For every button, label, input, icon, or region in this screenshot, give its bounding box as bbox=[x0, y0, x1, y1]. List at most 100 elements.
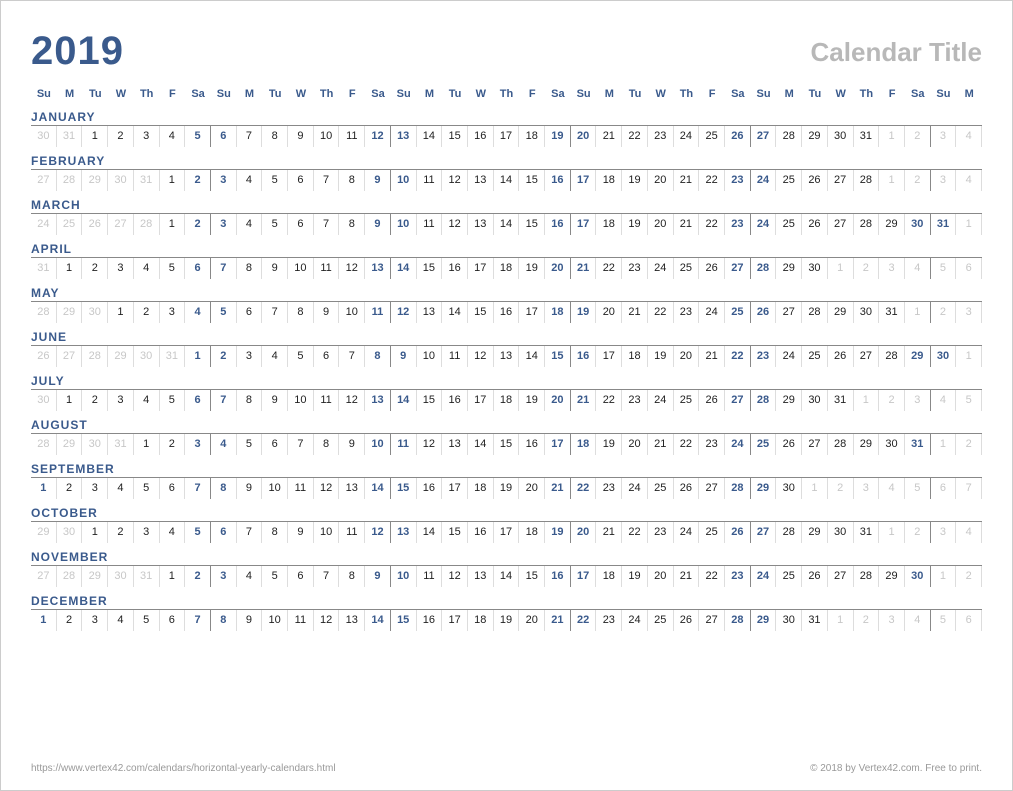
day-cell: 26 bbox=[751, 302, 777, 323]
month-name-label: FEBRUARY bbox=[31, 154, 982, 170]
day-cell: 6 bbox=[931, 478, 957, 499]
day-cell: 14 bbox=[391, 258, 417, 279]
day-cell: 10 bbox=[262, 610, 288, 631]
day-cell: 5 bbox=[288, 346, 314, 367]
day-cell: 16 bbox=[417, 478, 443, 499]
day-cell: 5 bbox=[134, 610, 160, 631]
day-cell: 17 bbox=[545, 434, 571, 455]
day-header-cell: M bbox=[776, 88, 802, 100]
day-cell: 1 bbox=[185, 346, 211, 367]
day-cell: 17 bbox=[571, 170, 597, 191]
day-cell: 11 bbox=[339, 126, 365, 147]
day-cell: 27 bbox=[31, 170, 57, 191]
day-cell: 14 bbox=[417, 126, 443, 147]
day-cell: 7 bbox=[288, 434, 314, 455]
day-cell: 1 bbox=[854, 390, 880, 411]
day-cell: 5 bbox=[956, 390, 982, 411]
day-cell: 29 bbox=[57, 434, 83, 455]
day-cell: 7 bbox=[211, 390, 237, 411]
day-cell: 11 bbox=[442, 346, 468, 367]
day-cell: 19 bbox=[519, 390, 545, 411]
day-cell: 15 bbox=[545, 346, 571, 367]
day-row: 2627282930311234567891011121314151617181… bbox=[31, 346, 982, 367]
day-cell: 8 bbox=[339, 566, 365, 587]
day-cell: 26 bbox=[699, 258, 725, 279]
day-cell: 26 bbox=[725, 126, 751, 147]
day-cell: 1 bbox=[108, 302, 134, 323]
day-cell: 27 bbox=[828, 566, 854, 587]
day-header-cell: W bbox=[468, 88, 494, 100]
day-header-cell: M bbox=[956, 88, 982, 100]
day-cell: 17 bbox=[571, 214, 597, 235]
day-cell: 7 bbox=[314, 566, 340, 587]
day-cell: 17 bbox=[494, 126, 520, 147]
day-cell: 2 bbox=[160, 434, 186, 455]
day-cell: 12 bbox=[442, 170, 468, 191]
day-cell: 23 bbox=[725, 214, 751, 235]
day-cell: 8 bbox=[211, 610, 237, 631]
day-cell: 18 bbox=[468, 610, 494, 631]
day-row: 2425262728123456789101112131415161718192… bbox=[31, 214, 982, 235]
day-cell: 26 bbox=[802, 214, 828, 235]
day-cell: 23 bbox=[622, 258, 648, 279]
day-cell: 18 bbox=[545, 302, 571, 323]
day-cell: 25 bbox=[699, 126, 725, 147]
day-row: 1234567891011121314151617181920212223242… bbox=[31, 610, 982, 631]
day-cell: 13 bbox=[391, 522, 417, 543]
day-cell: 22 bbox=[648, 302, 674, 323]
day-cell: 1 bbox=[879, 522, 905, 543]
day-cell: 19 bbox=[571, 302, 597, 323]
day-cell: 1 bbox=[82, 522, 108, 543]
day-cell: 18 bbox=[494, 390, 520, 411]
day-cell: 15 bbox=[391, 610, 417, 631]
day-cell: 16 bbox=[442, 258, 468, 279]
day-cell: 3 bbox=[905, 390, 931, 411]
day-cell: 2 bbox=[211, 346, 237, 367]
day-cell: 3 bbox=[211, 566, 237, 587]
day-cell: 4 bbox=[905, 610, 931, 631]
day-cell: 2 bbox=[879, 390, 905, 411]
day-cell: 24 bbox=[648, 390, 674, 411]
day-cell: 15 bbox=[494, 434, 520, 455]
day-cell: 24 bbox=[725, 434, 751, 455]
day-cell: 3 bbox=[160, 302, 186, 323]
day-cell: 9 bbox=[288, 522, 314, 543]
day-cell: 12 bbox=[417, 434, 443, 455]
day-cell: 4 bbox=[956, 126, 982, 147]
day-cell: 14 bbox=[468, 434, 494, 455]
day-cell: 6 bbox=[160, 478, 186, 499]
day-cell: 4 bbox=[237, 566, 263, 587]
day-cell: 2 bbox=[134, 302, 160, 323]
day-cell: 26 bbox=[725, 522, 751, 543]
day-cell: 7 bbox=[339, 346, 365, 367]
day-cell: 11 bbox=[314, 390, 340, 411]
day-cell: 2 bbox=[931, 302, 957, 323]
day-cell: 12 bbox=[365, 522, 391, 543]
day-row: 2728293031123456789101112131415161718192… bbox=[31, 170, 982, 191]
day-header-cell: F bbox=[339, 88, 365, 100]
day-cell: 29 bbox=[31, 522, 57, 543]
month-block: FEBRUARY27282930311234567891011121314151… bbox=[31, 154, 982, 191]
day-header-cell: Tu bbox=[802, 88, 828, 100]
day-cell: 3 bbox=[134, 126, 160, 147]
day-cell: 23 bbox=[648, 126, 674, 147]
day-cell: 3 bbox=[879, 258, 905, 279]
day-cell: 30 bbox=[905, 566, 931, 587]
day-row: 2829303112345678910111213141516171819202… bbox=[31, 434, 982, 455]
day-header-cell: Tu bbox=[262, 88, 288, 100]
day-cell: 26 bbox=[31, 346, 57, 367]
footer-url: https://www.vertex42.com/calendars/horiz… bbox=[31, 763, 336, 774]
day-cell: 15 bbox=[468, 302, 494, 323]
day-cell: 29 bbox=[108, 346, 134, 367]
day-cell: 13 bbox=[365, 258, 391, 279]
day-cell: 5 bbox=[905, 478, 931, 499]
month-block: NOVEMBER27282930311234567891011121314151… bbox=[31, 550, 982, 587]
day-cell: 9 bbox=[288, 126, 314, 147]
day-cell: 3 bbox=[854, 478, 880, 499]
day-header-cell: Sa bbox=[365, 88, 391, 100]
day-cell: 30 bbox=[776, 610, 802, 631]
day-cell: 22 bbox=[725, 346, 751, 367]
day-cell: 1 bbox=[160, 170, 186, 191]
day-cell: 27 bbox=[699, 610, 725, 631]
day-cell: 18 bbox=[494, 258, 520, 279]
